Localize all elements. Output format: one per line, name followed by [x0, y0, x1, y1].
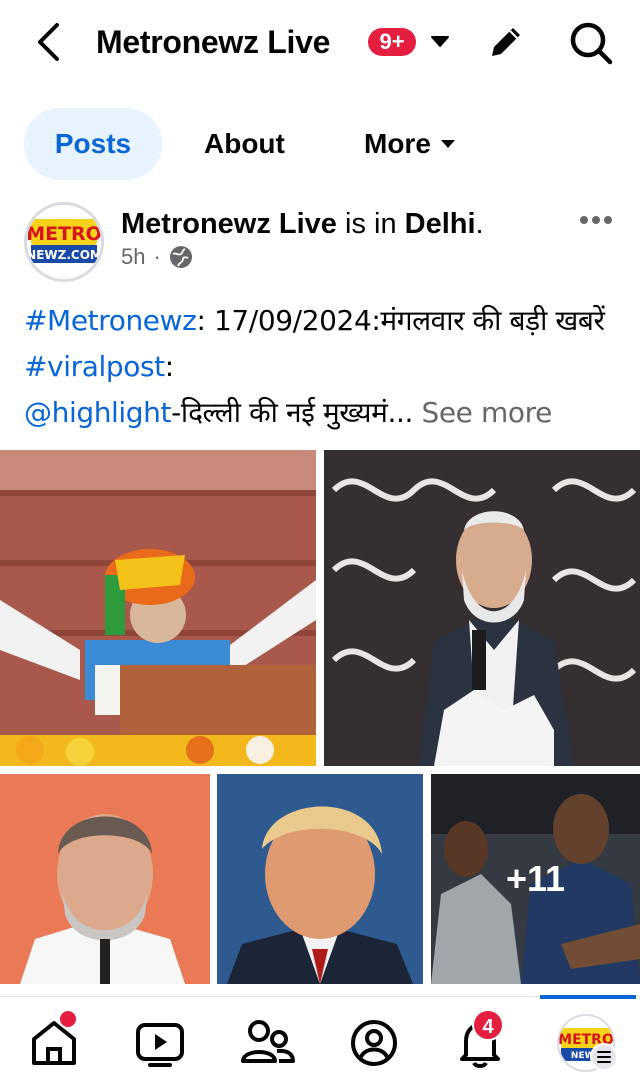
- tab-posts[interactable]: Posts: [24, 108, 162, 180]
- post-text-part1: : 17/09/2024:मंगलवार की बड़ी खबरें: [196, 304, 605, 337]
- more-horizontal-icon: [580, 216, 612, 224]
- photo-speech-red-fort[interactable]: [0, 450, 316, 766]
- notification-badge: 9+: [368, 28, 416, 56]
- search-button[interactable]: [566, 18, 616, 68]
- search-icon: [570, 22, 613, 65]
- tab-about[interactable]: About: [204, 108, 285, 180]
- menu-icon: [597, 1051, 611, 1063]
- nav-profile[interactable]: [344, 1013, 404, 1073]
- title-dropdown-button[interactable]: [428, 30, 452, 54]
- period: .: [475, 208, 484, 240]
- post-header: METRO NEWZ.COM Metronewz Live is in Delh…: [0, 196, 640, 286]
- post-more-button[interactable]: [576, 206, 616, 234]
- page-tabs: Posts About More: [0, 108, 640, 182]
- globe-icon: [169, 246, 192, 268]
- tab-more[interactable]: More: [364, 108, 457, 180]
- post-text-part3: -दिल्ली की नई मुख्यमं...: [171, 396, 413, 429]
- photo-illustration: [324, 450, 640, 766]
- edit-button[interactable]: [484, 20, 528, 64]
- notifications-count-badge: 4: [472, 1009, 504, 1041]
- photo-speech-podium[interactable]: [324, 450, 640, 766]
- top-bar: Metronewz Live 9+: [0, 0, 640, 86]
- post-author-line: Metronewz Live is in Delhi.: [121, 204, 484, 244]
- photo-illustration: [0, 450, 316, 766]
- is-in-text: is in: [345, 208, 397, 240]
- photo-illustration: [0, 774, 210, 984]
- photo-crowd[interactable]: +11: [431, 774, 640, 984]
- hashtag-metronewz[interactable]: #Metronewz: [24, 304, 197, 337]
- see-more-link[interactable]: See more: [413, 396, 552, 429]
- menu-badge[interactable]: [590, 1043, 618, 1071]
- video-icon: [136, 1023, 184, 1067]
- page-title[interactable]: Metronewz Live: [96, 20, 330, 64]
- caret-down-icon: [440, 140, 455, 148]
- caret-down-icon: [431, 36, 449, 47]
- post-time[interactable]: 5h: [121, 242, 145, 272]
- back-button[interactable]: [28, 20, 68, 64]
- bottom-navigation: 4 METRO NEWZ: [0, 995, 640, 1085]
- nav-video[interactable]: [130, 1013, 190, 1073]
- friends-icon: [241, 1020, 295, 1063]
- nav-friends[interactable]: [237, 1013, 297, 1073]
- chevron-left-icon: [38, 23, 59, 61]
- page-avatar[interactable]: METRO NEWZ.COM: [24, 202, 104, 282]
- home-notification-dot: [58, 1009, 78, 1029]
- tab-more-label: More: [364, 128, 431, 159]
- post-text: #Metronewz: 17/09/2024:मंगलवार की बड़ी ख…: [24, 298, 620, 436]
- profile-icon: [351, 1020, 397, 1066]
- active-tab-indicator: [540, 995, 636, 999]
- photo-trump-portrait[interactable]: [217, 774, 423, 984]
- post-meta: 5h ·: [121, 242, 193, 272]
- photo-politician-portrait[interactable]: [0, 774, 210, 984]
- photo-illustration: [217, 774, 423, 984]
- metronewz-logo: METRO NEWZ.COM: [27, 205, 101, 279]
- meta-separator: ·: [153, 244, 161, 269]
- location-name[interactable]: Delhi: [405, 208, 476, 240]
- mention-highlight[interactable]: @highlight: [24, 396, 172, 429]
- svg-text:METRO: METRO: [27, 223, 101, 245]
- more-photos-count[interactable]: +11: [431, 774, 640, 984]
- pencil-icon: [492, 28, 520, 56]
- author-name[interactable]: Metronewz Live: [121, 208, 337, 240]
- svg-text:NEWZ.COM: NEWZ.COM: [27, 248, 101, 262]
- post-text-part2: :: [164, 350, 174, 383]
- hashtag-viralpost[interactable]: #viralpost: [24, 350, 165, 383]
